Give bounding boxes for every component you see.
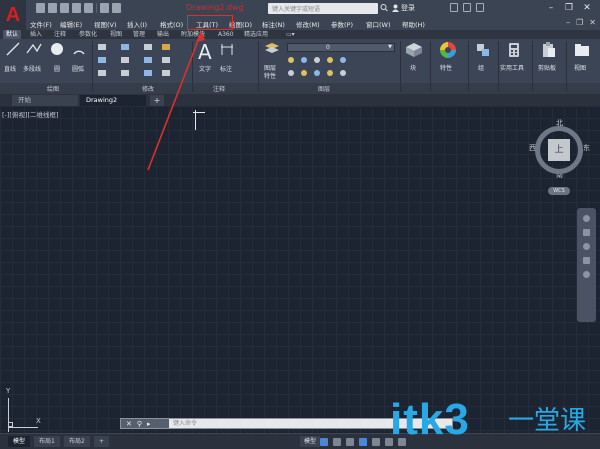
tab-model[interactable]: 模型 (8, 436, 31, 447)
osnap-icon[interactable] (372, 438, 380, 446)
polar-icon[interactable] (359, 438, 367, 446)
viewcube[interactable]: 北 南 东 西 上 (527, 118, 591, 182)
close-icon[interactable]: ✕ (126, 420, 132, 428)
orbit-icon[interactable] (583, 257, 590, 264)
viewcube-east[interactable]: 东 (583, 143, 590, 153)
model-space-toggle[interactable]: 模型 (300, 436, 321, 447)
wcs-menu[interactable]: WCS (548, 187, 570, 195)
viewcube-top-face[interactable]: 上 (548, 139, 570, 161)
ucs-x-label: X (36, 417, 41, 425)
showmotion-icon[interactable] (583, 271, 590, 278)
ortho-icon[interactable] (346, 438, 354, 446)
watermark-logo-text: itk3 (390, 395, 470, 444)
site-watermark: itk3 一堂课 (390, 395, 590, 445)
ucs-origin-box (8, 422, 13, 427)
command-input[interactable]: 键入命令 (173, 419, 197, 428)
tools-menu-highlight (187, 15, 233, 30)
tab-layout1[interactable]: 布局1 (34, 436, 60, 447)
ucs-y-label: Y (6, 387, 11, 395)
customize-icon[interactable]: ⚲ (137, 420, 142, 428)
steering-wheel-icon[interactable] (583, 215, 590, 222)
watermark-suffix: 一堂课 (508, 406, 587, 436)
recent-commands-icon[interactable]: ▸ (147, 420, 151, 428)
add-layout-button[interactable]: + (94, 436, 110, 447)
autocad-logo-icon: A (5, 3, 21, 26)
grid-icon[interactable] (320, 438, 328, 446)
app-menu-button[interactable]: A (0, 0, 26, 30)
annotation-arrow-icon (147, 31, 205, 171)
tab-layout2[interactable]: 布局2 (64, 436, 90, 447)
ucs-x-axis (8, 427, 38, 428)
pan-icon[interactable] (583, 229, 590, 236)
command-line-buttons: ✕ ⚲ ▸ (121, 419, 169, 428)
zoom-icon[interactable] (583, 243, 590, 250)
navigation-bar (577, 208, 596, 322)
snap-icon[interactable] (333, 438, 341, 446)
